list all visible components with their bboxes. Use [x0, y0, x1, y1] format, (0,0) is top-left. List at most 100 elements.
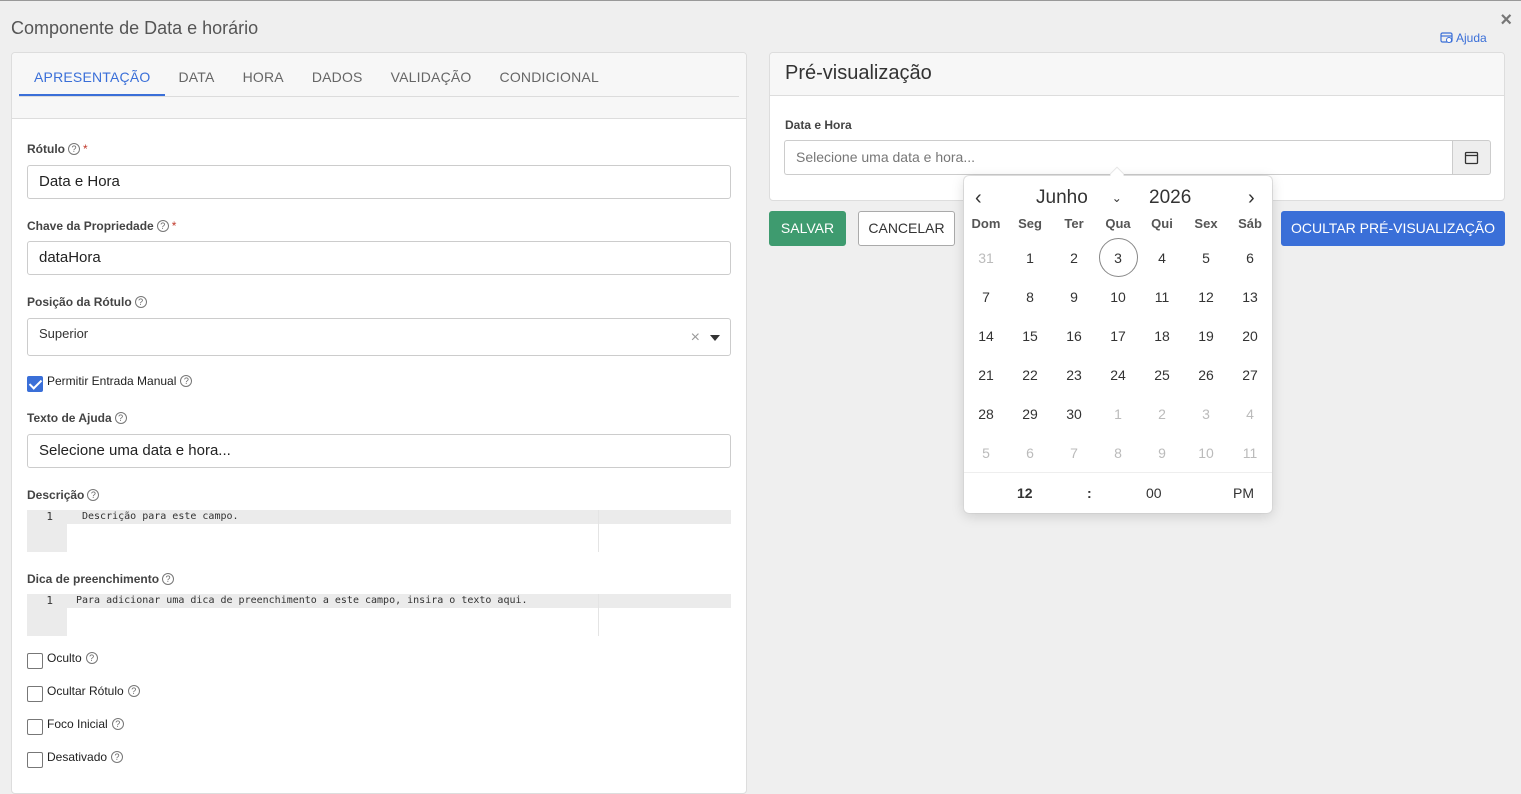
label-input[interactable]: Data e Hora [27, 165, 731, 199]
clear-icon[interactable]: × [691, 320, 700, 356]
hide-preview-button[interactable]: OCULTAR PRÉ-VISUALIZAÇÃO [1281, 211, 1505, 246]
question-circle-icon[interactable]: ? [162, 573, 175, 585]
calendar-day-label: 3 [1202, 405, 1210, 422]
calendar-day[interactable]: 6 [1228, 238, 1272, 277]
calendar-day-label: 7 [1070, 444, 1078, 461]
calendar-day[interactable]: 16 [1052, 316, 1096, 355]
calendar-day[interactable]: 15 [1008, 316, 1052, 355]
cancel-button[interactable]: CANCELAR [858, 211, 955, 246]
calendar-day[interactable]: 11 [1228, 433, 1272, 472]
tab-condicional[interactable]: CONDICIONAL [486, 59, 613, 96]
calendar-day[interactable]: 4 [1140, 238, 1184, 277]
calendar-day-label: 1 [1114, 405, 1122, 422]
calendar-day[interactable]: 22 [1008, 355, 1052, 394]
question-circle-icon[interactable]: ? [180, 375, 193, 387]
chevron-left-icon[interactable]: ‹ [975, 186, 982, 210]
save-button[interactable]: SALVAR [769, 211, 846, 246]
days-grid: 31 1 2 3 4 5 6 7 8 9 10 11 12 13 14 15 16 17 18 19 20 21 22 23 2… [964, 238, 1272, 472]
manual-entry-checkbox[interactable] [27, 376, 43, 392]
question-circle-icon[interactable]: ? [111, 751, 124, 763]
tabs-area: APRESENTAÇÃO DATA HORA DADOS VALIDAÇÃO C… [12, 53, 746, 119]
calendar-day[interactable]: 29 [1008, 394, 1052, 433]
hide-label-checkbox[interactable] [27, 686, 43, 702]
label-position-select[interactable]: Superior × [27, 318, 731, 356]
calendar-day[interactable]: 2 [1140, 394, 1184, 433]
calendar-day[interactable]: 30 [1052, 394, 1096, 433]
help-text-input[interactable]: Selecione uma data e hora... [27, 434, 731, 468]
calendar-day[interactable]: 1 [1096, 394, 1140, 433]
year-input[interactable]: 2026 [1149, 187, 1191, 209]
question-circle-icon[interactable]: ? [127, 685, 140, 697]
question-circle-icon[interactable]: ? [114, 412, 127, 424]
key-input[interactable]: dataHora [27, 241, 731, 275]
calendar-day[interactable]: 4 [1228, 394, 1272, 433]
calendar-day[interactable]: 7 [964, 277, 1008, 316]
question-circle-icon[interactable]: ? [68, 143, 80, 155]
ampm-toggle[interactable]: PM [1233, 485, 1254, 501]
question-circle-icon[interactable]: ? [111, 718, 124, 730]
tab-data[interactable]: DATA [165, 59, 229, 96]
description-editor[interactable]: 1 Descrição para este campo. [27, 510, 731, 552]
calendar-day[interactable]: 20 [1228, 316, 1272, 355]
calendar-day[interactable]: 13 [1228, 277, 1272, 316]
calendar-day[interactable]: 3 [1184, 394, 1228, 433]
calendar-day[interactable]: 5 [1184, 238, 1228, 277]
calendar-day[interactable]: 9 [1052, 277, 1096, 316]
calendar-day[interactable]: 2 [1052, 238, 1096, 277]
calendar-day[interactable]: 8 [1096, 433, 1140, 472]
minute-input[interactable]: 00 [1146, 485, 1162, 501]
question-circle-icon[interactable]: ? [134, 296, 147, 308]
tooltip-editor[interactable]: 1 Para adicionar uma dica de preenchimen… [27, 594, 731, 636]
autofocus-checkbox[interactable] [27, 719, 43, 735]
label-position-text: Posição da Rótulo [27, 295, 132, 309]
calendar-day[interactable]: 7 [1052, 433, 1096, 472]
question-circle-icon[interactable]: ? [87, 489, 100, 501]
calendar-day[interactable]: 26 [1184, 355, 1228, 394]
chevron-down-icon[interactable] [710, 335, 720, 341]
preview-field-label: Data e Hora [785, 118, 852, 132]
key-field-text: Chave da Propriedade [27, 219, 154, 233]
calendar-day[interactable]: 24 [1096, 355, 1140, 394]
hidden-checkbox[interactable] [27, 653, 43, 669]
calendar-day[interactable]: 17 [1096, 316, 1140, 355]
weekday-label: Sex [1194, 216, 1218, 231]
question-circle-icon[interactable]: ? [156, 220, 169, 232]
calendar-day[interactable]: 10 [1184, 433, 1228, 472]
calendar-day[interactable]: 25 [1140, 355, 1184, 394]
hour-input[interactable]: 12 [1017, 485, 1033, 501]
label-position-label: Posição da Rótulo ? [27, 295, 147, 309]
calendar-day[interactable]: 5 [964, 433, 1008, 472]
calendar-day[interactable]: 19 [1184, 316, 1228, 355]
tab-apresentacao[interactable]: APRESENTAÇÃO [19, 59, 165, 96]
tab-dados[interactable]: DADOS [298, 59, 377, 96]
calendar-day[interactable]: 12 [1184, 277, 1228, 316]
label-field-text: Rótulo [27, 142, 65, 156]
calendar-day[interactable]: 11 [1140, 277, 1184, 316]
calendar-day-label: 17 [1110, 327, 1126, 344]
calendar-day-label: 13 [1242, 288, 1258, 305]
calendar-day[interactable]: 31 [964, 238, 1008, 277]
calendar-day-label: 2 [1070, 249, 1078, 266]
disabled-checkbox[interactable] [27, 752, 43, 768]
tab-hora[interactable]: HORA [229, 59, 298, 96]
calendar-day[interactable]: 14 [964, 316, 1008, 355]
calendar-day[interactable]: 6 [1008, 433, 1052, 472]
calendar-day[interactable]: 27 [1228, 355, 1272, 394]
calendar-day-today[interactable]: 3 [1096, 238, 1140, 277]
key-field-label: Chave da Propriedade ? * [27, 219, 176, 233]
calendar-day[interactable]: 28 [964, 394, 1008, 433]
month-select[interactable]: Junho ⌄ [1036, 187, 1122, 209]
calendar-day[interactable]: 1 [1008, 238, 1052, 277]
calendar-day[interactable]: 10 [1096, 277, 1140, 316]
calendar-day[interactable]: 21 [964, 355, 1008, 394]
tab-validacao[interactable]: VALIDAÇÃO [377, 59, 486, 96]
calendar-day[interactable]: 18 [1140, 316, 1184, 355]
close-icon[interactable]: × [1500, 9, 1512, 32]
chevron-right-icon[interactable]: › [1248, 186, 1255, 210]
calendar-button[interactable] [1452, 140, 1491, 175]
question-circle-icon[interactable]: ? [85, 652, 98, 664]
help-link[interactable]: Ajuda [1440, 31, 1487, 45]
calendar-day[interactable]: 23 [1052, 355, 1096, 394]
calendar-day[interactable]: 8 [1008, 277, 1052, 316]
calendar-day[interactable]: 9 [1140, 433, 1184, 472]
